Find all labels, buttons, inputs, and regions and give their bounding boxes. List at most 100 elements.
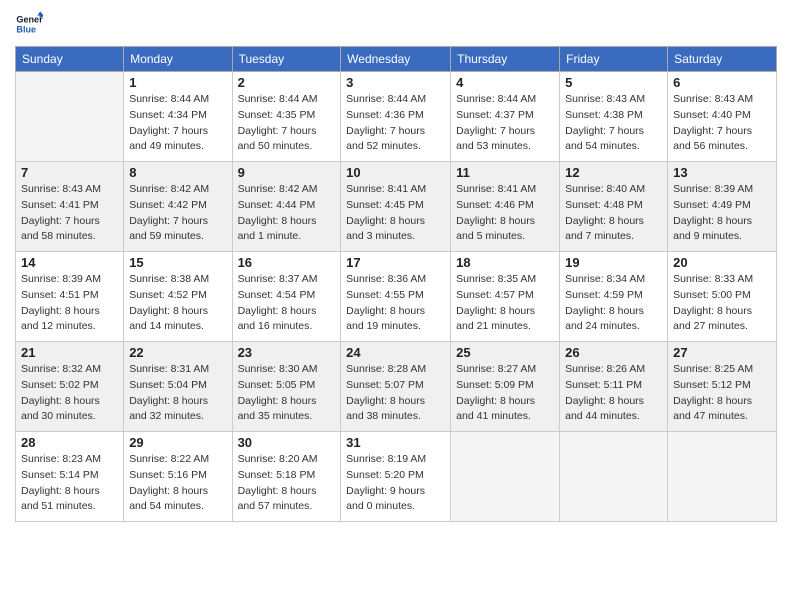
page-header: General Blue xyxy=(15,10,777,38)
calendar-day-cell xyxy=(451,432,560,522)
daylight-label: Daylight: 7 hours and 56 minutes. xyxy=(673,125,752,153)
sunset-label: Sunset: 4:44 PM xyxy=(238,199,316,211)
sunset-label: Sunset: 4:41 PM xyxy=(21,199,99,211)
sunset-label: Sunset: 4:36 PM xyxy=(346,109,424,121)
day-number: 21 xyxy=(21,345,118,360)
sunrise-label: Sunrise: 8:33 AM xyxy=(673,273,753,285)
calendar-week-row: 21 Sunrise: 8:32 AM Sunset: 5:02 PM Dayl… xyxy=(16,342,777,432)
day-info: Sunrise: 8:27 AM Sunset: 5:09 PM Dayligh… xyxy=(456,362,554,425)
sunrise-label: Sunrise: 8:44 AM xyxy=(238,93,318,105)
day-info: Sunrise: 8:44 AM Sunset: 4:37 PM Dayligh… xyxy=(456,92,554,155)
daylight-label: Daylight: 8 hours and 38 minutes. xyxy=(346,395,425,423)
sunset-label: Sunset: 4:55 PM xyxy=(346,289,424,301)
calendar-day-cell: 25 Sunrise: 8:27 AM Sunset: 5:09 PM Dayl… xyxy=(451,342,560,432)
day-number: 7 xyxy=(21,165,118,180)
svg-text:Blue: Blue xyxy=(16,24,36,34)
day-number: 28 xyxy=(21,435,118,450)
sunset-label: Sunset: 4:37 PM xyxy=(456,109,534,121)
day-number: 30 xyxy=(238,435,336,450)
sunset-label: Sunset: 4:38 PM xyxy=(565,109,643,121)
daylight-label: Daylight: 8 hours and 3 minutes. xyxy=(346,215,425,243)
day-info: Sunrise: 8:30 AM Sunset: 5:05 PM Dayligh… xyxy=(238,362,336,425)
weekday-header-cell: Thursday xyxy=(451,47,560,72)
calendar-day-cell: 17 Sunrise: 8:36 AM Sunset: 4:55 PM Dayl… xyxy=(341,252,451,342)
sunset-label: Sunset: 4:46 PM xyxy=(456,199,534,211)
sunrise-label: Sunrise: 8:44 AM xyxy=(129,93,209,105)
day-info: Sunrise: 8:44 AM Sunset: 4:35 PM Dayligh… xyxy=(238,92,336,155)
daylight-label: Daylight: 8 hours and 30 minutes. xyxy=(21,395,100,423)
day-number: 23 xyxy=(238,345,336,360)
day-info: Sunrise: 8:32 AM Sunset: 5:02 PM Dayligh… xyxy=(21,362,118,425)
sunrise-label: Sunrise: 8:28 AM xyxy=(346,363,426,375)
sunrise-label: Sunrise: 8:43 AM xyxy=(21,183,101,195)
day-number: 25 xyxy=(456,345,554,360)
sunrise-label: Sunrise: 8:25 AM xyxy=(673,363,753,375)
day-number: 27 xyxy=(673,345,771,360)
day-number: 31 xyxy=(346,435,445,450)
sunset-label: Sunset: 4:49 PM xyxy=(673,199,751,211)
day-info: Sunrise: 8:38 AM Sunset: 4:52 PM Dayligh… xyxy=(129,272,226,335)
day-number: 10 xyxy=(346,165,445,180)
calendar-day-cell: 30 Sunrise: 8:20 AM Sunset: 5:18 PM Dayl… xyxy=(232,432,341,522)
weekday-header-cell: Wednesday xyxy=(341,47,451,72)
day-number: 1 xyxy=(129,75,226,90)
sunrise-label: Sunrise: 8:20 AM xyxy=(238,453,318,465)
sunset-label: Sunset: 4:57 PM xyxy=(456,289,534,301)
calendar-day-cell: 20 Sunrise: 8:33 AM Sunset: 5:00 PM Dayl… xyxy=(668,252,777,342)
calendar-day-cell: 16 Sunrise: 8:37 AM Sunset: 4:54 PM Dayl… xyxy=(232,252,341,342)
day-info: Sunrise: 8:19 AM Sunset: 5:20 PM Dayligh… xyxy=(346,452,445,515)
day-number: 20 xyxy=(673,255,771,270)
sunset-label: Sunset: 4:59 PM xyxy=(565,289,643,301)
daylight-label: Daylight: 8 hours and 32 minutes. xyxy=(129,395,208,423)
logo: General Blue xyxy=(15,10,43,38)
calendar-day-cell xyxy=(668,432,777,522)
sunrise-label: Sunrise: 8:34 AM xyxy=(565,273,645,285)
calendar-day-cell: 12 Sunrise: 8:40 AM Sunset: 4:48 PM Dayl… xyxy=(560,162,668,252)
day-number: 12 xyxy=(565,165,662,180)
calendar-day-cell: 2 Sunrise: 8:44 AM Sunset: 4:35 PM Dayli… xyxy=(232,72,341,162)
day-number: 5 xyxy=(565,75,662,90)
sunrise-label: Sunrise: 8:32 AM xyxy=(21,363,101,375)
calendar-day-cell: 9 Sunrise: 8:42 AM Sunset: 4:44 PM Dayli… xyxy=(232,162,341,252)
weekday-header-cell: Friday xyxy=(560,47,668,72)
daylight-label: Daylight: 8 hours and 19 minutes. xyxy=(346,305,425,333)
day-number: 29 xyxy=(129,435,226,450)
sunset-label: Sunset: 4:34 PM xyxy=(129,109,207,121)
calendar-week-row: 1 Sunrise: 8:44 AM Sunset: 4:34 PM Dayli… xyxy=(16,72,777,162)
sunrise-label: Sunrise: 8:38 AM xyxy=(129,273,209,285)
sunrise-label: Sunrise: 8:36 AM xyxy=(346,273,426,285)
calendar-week-row: 28 Sunrise: 8:23 AM Sunset: 5:14 PM Dayl… xyxy=(16,432,777,522)
sunrise-label: Sunrise: 8:44 AM xyxy=(346,93,426,105)
calendar-day-cell: 31 Sunrise: 8:19 AM Sunset: 5:20 PM Dayl… xyxy=(341,432,451,522)
sunset-label: Sunset: 5:14 PM xyxy=(21,469,99,481)
daylight-label: Daylight: 7 hours and 54 minutes. xyxy=(565,125,644,153)
sunset-label: Sunset: 5:02 PM xyxy=(21,379,99,391)
sunrise-label: Sunrise: 8:22 AM xyxy=(129,453,209,465)
day-info: Sunrise: 8:36 AM Sunset: 4:55 PM Dayligh… xyxy=(346,272,445,335)
daylight-label: Daylight: 8 hours and 12 minutes. xyxy=(21,305,100,333)
sunrise-label: Sunrise: 8:42 AM xyxy=(238,183,318,195)
sunset-label: Sunset: 5:20 PM xyxy=(346,469,424,481)
day-number: 16 xyxy=(238,255,336,270)
calendar-day-cell xyxy=(560,432,668,522)
calendar-day-cell: 14 Sunrise: 8:39 AM Sunset: 4:51 PM Dayl… xyxy=(16,252,124,342)
calendar-day-cell: 24 Sunrise: 8:28 AM Sunset: 5:07 PM Dayl… xyxy=(341,342,451,432)
daylight-label: Daylight: 8 hours and 5 minutes. xyxy=(456,215,535,243)
daylight-label: Daylight: 8 hours and 21 minutes. xyxy=(456,305,535,333)
day-info: Sunrise: 8:44 AM Sunset: 4:36 PM Dayligh… xyxy=(346,92,445,155)
sunset-label: Sunset: 5:12 PM xyxy=(673,379,751,391)
calendar-day-cell: 5 Sunrise: 8:43 AM Sunset: 4:38 PM Dayli… xyxy=(560,72,668,162)
daylight-label: Daylight: 8 hours and 54 minutes. xyxy=(129,485,208,513)
day-number: 4 xyxy=(456,75,554,90)
weekday-header-cell: Tuesday xyxy=(232,47,341,72)
calendar-day-cell: 18 Sunrise: 8:35 AM Sunset: 4:57 PM Dayl… xyxy=(451,252,560,342)
sunrise-label: Sunrise: 8:39 AM xyxy=(21,273,101,285)
calendar-table: SundayMondayTuesdayWednesdayThursdayFrid… xyxy=(15,46,777,522)
daylight-label: Daylight: 8 hours and 14 minutes. xyxy=(129,305,208,333)
daylight-label: Daylight: 7 hours and 59 minutes. xyxy=(129,215,208,243)
day-info: Sunrise: 8:42 AM Sunset: 4:42 PM Dayligh… xyxy=(129,182,226,245)
day-info: Sunrise: 8:23 AM Sunset: 5:14 PM Dayligh… xyxy=(21,452,118,515)
daylight-label: Daylight: 7 hours and 58 minutes. xyxy=(21,215,100,243)
day-number: 24 xyxy=(346,345,445,360)
calendar-day-cell: 21 Sunrise: 8:32 AM Sunset: 5:02 PM Dayl… xyxy=(16,342,124,432)
